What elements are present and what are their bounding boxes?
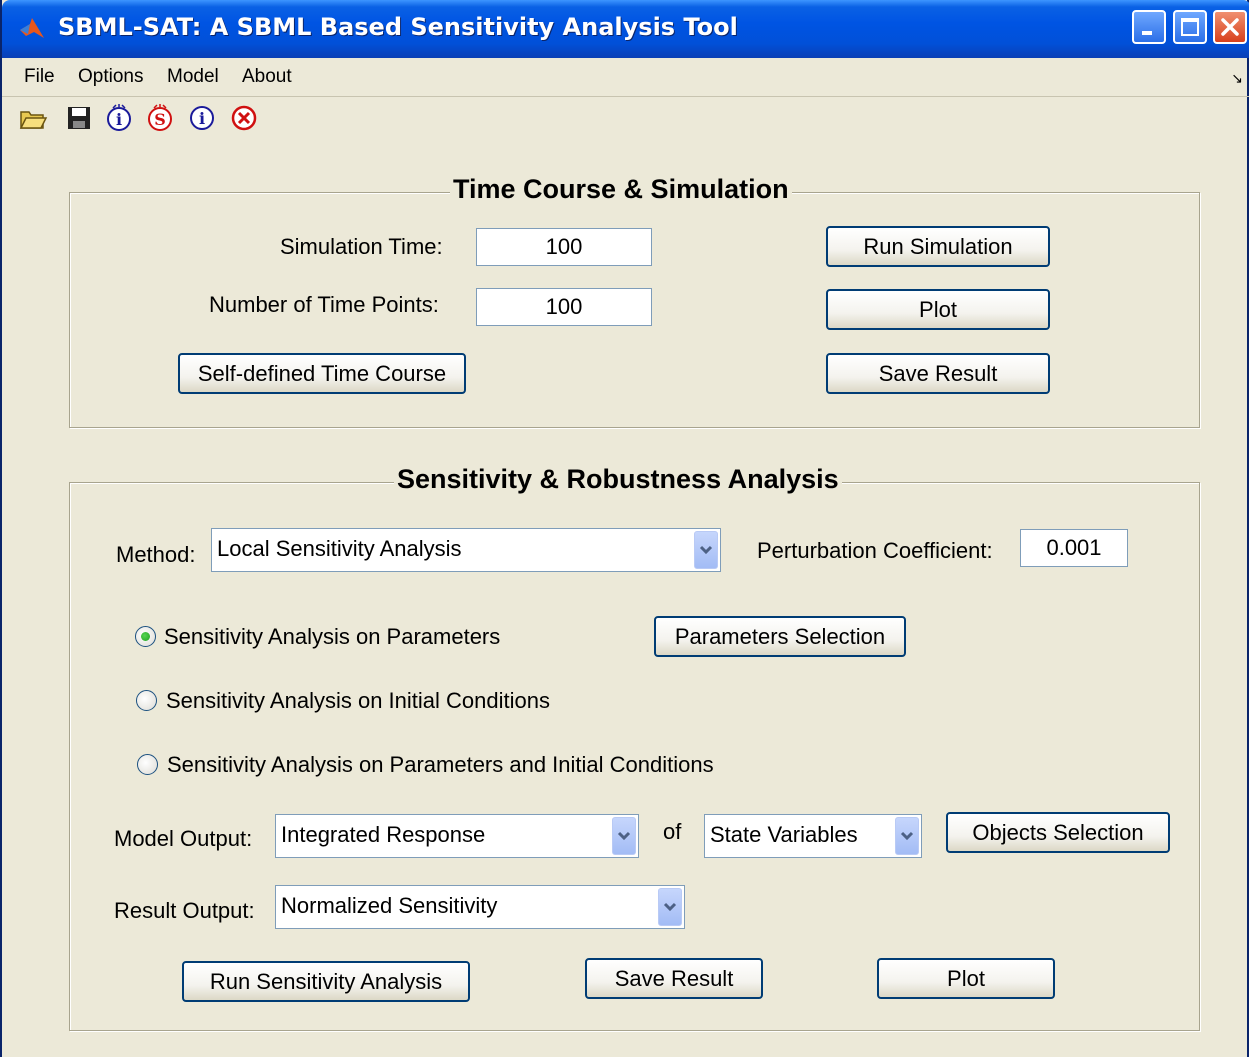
radio-selected-dot — [141, 632, 150, 641]
radio-parameters[interactable] — [135, 626, 156, 647]
maximize-button[interactable] — [1173, 10, 1207, 44]
open-folder-icon[interactable] — [18, 103, 48, 133]
run-sensitivity-analysis-label: Run Sensitivity Analysis — [209, 969, 443, 994]
maximize-icon — [1181, 18, 1199, 36]
of-label: of — [663, 819, 682, 844]
run-simulation-button[interactable]: Run Simulation — [826, 226, 1050, 267]
minimize-button[interactable] — [1132, 10, 1166, 44]
exit-icon[interactable] — [229, 103, 259, 133]
self-defined-time-course-label: Self-defined Time Course — [197, 361, 447, 386]
radio-parameters-label[interactable]: Sensitivity Analysis on Parameters — [164, 624, 500, 650]
time-points-input[interactable]: 100 — [476, 288, 652, 326]
save-disk-icon[interactable] — [64, 103, 94, 133]
window-title: SBML-SAT: A SBML Based Sensitivity Analy… — [58, 13, 738, 41]
result-output-dropdown-arrow[interactable] — [658, 888, 682, 926]
svg-text:S: S — [154, 110, 166, 129]
svg-text:i: i — [116, 110, 122, 129]
radio-initial-conditions-label[interactable]: Sensitivity Analysis on Initial Conditio… — [166, 688, 550, 714]
time-points-label: Number of Time Points: — [209, 292, 439, 317]
toolbar: i S i — [2, 97, 1249, 145]
model-output-value: Integrated Response — [281, 822, 486, 847]
radio-parameters-and-initial-conditions[interactable] — [137, 754, 158, 775]
close-button[interactable] — [1213, 10, 1247, 44]
menu-bar: File Options Model About ↘ — [2, 58, 1249, 97]
chevron-down-icon — [663, 902, 677, 912]
chevron-down-icon — [699, 545, 713, 555]
state-variables-value: State Variables — [710, 822, 858, 847]
objects-selection-label: Objects Selection — [972, 820, 1144, 845]
info-i-icon[interactable]: i — [104, 103, 134, 133]
sensitivity-save-result-button[interactable]: Save Result — [585, 958, 763, 999]
state-variables-dropdown-arrow[interactable] — [895, 817, 919, 855]
self-defined-time-course-button[interactable]: Self-defined Time Course — [178, 353, 466, 394]
method-value: Local Sensitivity Analysis — [217, 536, 462, 561]
menu-file[interactable]: File — [24, 66, 55, 88]
time-course-save-result-button[interactable]: Save Result — [826, 353, 1050, 394]
time-course-plot-button[interactable]: Plot — [826, 289, 1050, 330]
info-s-icon[interactable]: S — [145, 103, 175, 133]
time-course-plot-label: Plot — [919, 297, 957, 322]
svg-text:i: i — [199, 109, 205, 128]
result-output-value: Normalized Sensitivity — [281, 893, 498, 918]
method-label: Method: — [116, 542, 196, 567]
method-dropdown-arrow[interactable] — [694, 531, 718, 569]
menu-model[interactable]: Model — [167, 66, 219, 88]
objects-selection-button[interactable]: Objects Selection — [946, 812, 1170, 853]
minimize-icon — [1142, 31, 1152, 35]
sensitivity-plot-label: Plot — [947, 966, 985, 991]
chevron-down-icon — [617, 831, 631, 841]
app-window: SBML-SAT: A SBML Based Sensitivity Analy… — [0, 0, 1249, 1057]
close-icon — [1221, 18, 1239, 36]
sensitivity-save-result-label: Save Result — [614, 966, 734, 991]
model-output-dropdown-arrow[interactable] — [612, 817, 636, 855]
radio-initial-conditions[interactable] — [136, 690, 157, 711]
state-variables-dropdown[interactable]: State Variables — [704, 814, 922, 858]
about-icon[interactable]: i — [187, 103, 217, 133]
parameters-selection-label: Parameters Selection — [674, 624, 886, 649]
perturbation-label: Perturbation Coefficient: — [757, 538, 993, 563]
result-output-label: Result Output: — [114, 898, 255, 923]
parameters-selection-button[interactable]: Parameters Selection — [654, 616, 906, 657]
method-dropdown[interactable]: Local Sensitivity Analysis — [211, 528, 721, 572]
chevron-down-icon — [900, 831, 914, 841]
sensitivity-title: Sensitivity & Robustness Analysis — [394, 464, 842, 495]
result-output-dropdown[interactable]: Normalized Sensitivity — [275, 885, 685, 929]
menu-options[interactable]: Options — [78, 66, 143, 88]
perturbation-input[interactable]: 0.001 — [1020, 529, 1128, 567]
matlab-logo-icon — [20, 18, 44, 38]
model-output-label: Model Output: — [114, 826, 253, 851]
model-output-dropdown[interactable]: Integrated Response — [275, 814, 639, 858]
title-bar[interactable]: SBML-SAT: A SBML Based Sensitivity Analy… — [2, 0, 1249, 58]
simulation-time-input[interactable]: 100 — [476, 228, 652, 266]
menu-about[interactable]: About — [242, 66, 292, 88]
run-sensitivity-analysis-button[interactable]: Run Sensitivity Analysis — [182, 961, 470, 1002]
time-course-save-result-label: Save Result — [878, 361, 998, 386]
time-course-title: Time Course & Simulation — [450, 174, 792, 205]
run-simulation-label: Run Simulation — [863, 234, 1013, 259]
radio-parameters-and-initial-conditions-label[interactable]: Sensitivity Analysis on Parameters and I… — [167, 752, 714, 778]
menu-dock-arrow-icon[interactable]: ↘ — [1231, 70, 1243, 87]
sensitivity-plot-button[interactable]: Plot — [877, 958, 1055, 999]
simulation-time-label: Simulation Time: — [280, 234, 443, 259]
